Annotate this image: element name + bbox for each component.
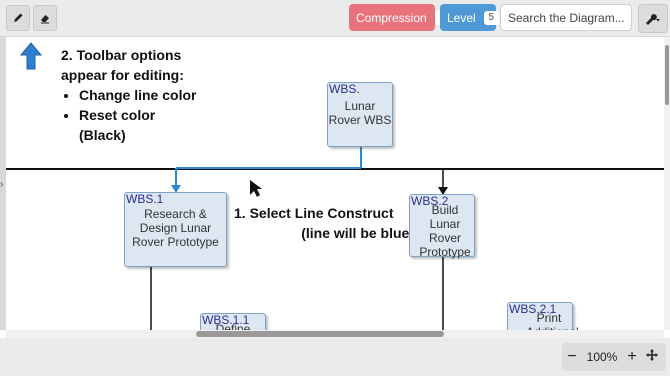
vertical-scrollbar-thumb[interactable] <box>665 45 669 105</box>
wbs-node[interactable]: WBS. Lunar Rover WBS <box>327 82 393 147</box>
top-toolbar: Compression 1 Level 5 <box>0 0 670 37</box>
zoom-out-button[interactable]: − <box>562 348 582 366</box>
horizontal-scrollbar-thumb[interactable] <box>196 331 444 337</box>
annotation-select-line: 1. Select Line Construct (line will be b… <box>234 203 414 243</box>
level-label: Level <box>447 10 476 25</box>
diagram-canvas[interactable]: 2. Toolbar options appear for editing: C… <box>6 37 664 330</box>
pencil-icon <box>14 13 23 22</box>
zoom-in-button[interactable]: + <box>622 348 642 366</box>
level-count-badge: 5 <box>483 10 499 25</box>
wbs-node[interactable]: WBS.2.1 Print Additional <box>507 302 579 330</box>
zoom-controls: − 100% + <box>562 343 666 371</box>
annotation-item: Reset color (Black) <box>79 105 201 145</box>
level-button[interactable]: Level 5 <box>440 4 499 31</box>
compression-button[interactable]: Compression 1 <box>349 4 450 31</box>
chevron-right-icon: › <box>0 179 4 190</box>
compression-label: Compression <box>356 10 427 25</box>
wbs-label: Research & Design Lunar Rover Prototype <box>132 207 219 249</box>
wbs-node[interactable]: WBS.2 Build Lunar Rover Prototype <box>409 194 475 259</box>
wbs-label: Print Additional <box>526 311 579 330</box>
eraser-icon[interactable] <box>33 5 57 31</box>
wrench-icon <box>646 13 660 25</box>
horizontal-scrollbar[interactable] <box>6 330 664 338</box>
settings-menu-button[interactable] <box>638 4 668 33</box>
eraser-icon <box>41 15 49 24</box>
wbs-id: WBS. <box>329 82 360 96</box>
wbs-node[interactable]: WBS.1 Research & Design Lunar Rover Prot… <box>124 192 227 267</box>
vertical-scrollbar[interactable] <box>664 37 670 330</box>
bottom-bar: − 100% + <box>0 338 670 376</box>
wbs-id: WBS.1 <box>126 192 164 206</box>
pan-button[interactable] <box>642 348 662 366</box>
annotation-toolbar-options: 2. Toolbar options appear for editing: C… <box>61 45 201 145</box>
wbs-label: Define Rover <box>215 322 251 330</box>
wbs-label: Lunar Rover WBS <box>328 99 392 127</box>
wbs-label: Build Lunar Rover Prototype <box>419 203 471 259</box>
zoom-level: 100% <box>586 350 618 364</box>
move-icon <box>646 349 658 361</box>
annotation-step: 1. Select Line Construct <box>234 205 394 221</box>
arrow-up-icon <box>19 42 43 70</box>
annotation-title: 2. Toolbar options appear for editing: <box>61 47 184 83</box>
pencil-icon[interactable] <box>6 5 30 31</box>
annotation-item: Change line color <box>79 85 201 105</box>
annotation-note: (line will be blue) <box>301 225 414 241</box>
cursor-icon <box>250 180 262 197</box>
wbs-node[interactable]: WBS.1.1 Define Rover <box>200 313 266 330</box>
search-input[interactable] <box>500 4 632 31</box>
